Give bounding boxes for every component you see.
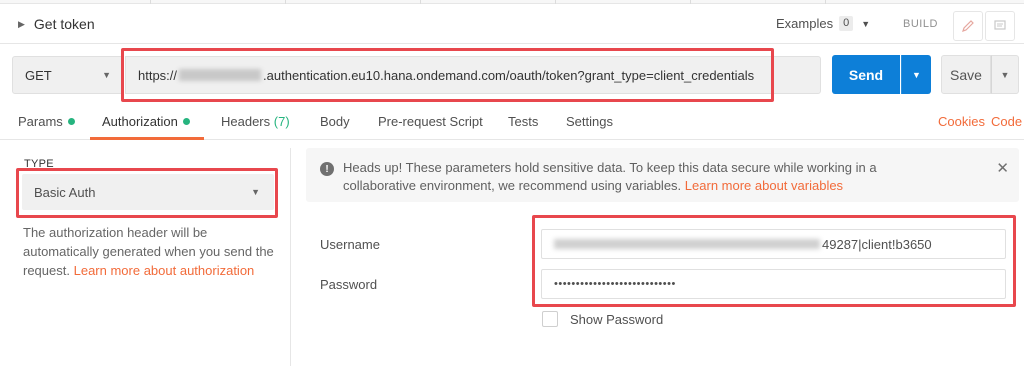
- tab-params-label: Params: [18, 114, 63, 129]
- save-options-button[interactable]: ▼: [991, 55, 1019, 94]
- sensitive-data-banner: ! Heads up! These parameters hold sensit…: [306, 148, 1019, 202]
- comment-icon: [994, 20, 1006, 30]
- url-prefix: https://: [138, 67, 178, 83]
- learn-more-authorization-link[interactable]: Learn more about authorization: [74, 263, 255, 278]
- status-dot: [182, 118, 190, 126]
- chevron-down-icon: ▼: [912, 69, 921, 80]
- request-title[interactable]: ▶ Get token: [18, 16, 95, 32]
- chevron-down-icon: ▼: [102, 70, 111, 80]
- examples-dropdown[interactable]: Examples 0 ▼: [776, 16, 870, 31]
- username-visible-part: 49287|client!b3650: [822, 236, 932, 252]
- password-value: ••••••••••••••••••••••••••••: [554, 278, 676, 290]
- method-value: GET: [25, 67, 52, 83]
- close-icon[interactable]: ✕: [996, 159, 1009, 177]
- tab-headers-label: Headers: [221, 114, 271, 129]
- save-button[interactable]: Save: [941, 55, 991, 94]
- banner-message: Heads up! These parameters hold sensitiv…: [343, 159, 953, 195]
- caret-right-icon[interactable]: ▶: [18, 19, 25, 30]
- panel-divider: [290, 148, 291, 366]
- username-field[interactable]: 49287|client!b3650: [541, 229, 1006, 259]
- password-field[interactable]: ••••••••••••••••••••••••••••: [541, 269, 1006, 299]
- pencil-icon: [962, 20, 974, 32]
- method-select[interactable]: GET ▼: [12, 56, 124, 94]
- redacted-username: [554, 239, 820, 249]
- chevron-down-icon: ▼: [251, 187, 260, 197]
- examples-count-badge: 0: [839, 16, 854, 31]
- build-button[interactable]: BUILD: [903, 18, 938, 30]
- examples-label: Examples: [776, 16, 834, 31]
- redacted-subdomain: [179, 69, 262, 81]
- show-password-label: Show Password: [570, 312, 664, 327]
- request-header: ▶ Get token Examples 0 ▼ BUILD: [0, 4, 1024, 44]
- tab-params[interactable]: Params: [18, 114, 75, 129]
- send-button[interactable]: Send: [832, 55, 900, 94]
- headers-count: (7): [273, 114, 290, 129]
- show-password-checkbox[interactable]: [542, 311, 558, 327]
- username-label: Username: [320, 237, 380, 252]
- tab-settings[interactable]: Settings: [566, 114, 613, 129]
- cookies-link[interactable]: Cookies: [938, 114, 985, 129]
- password-label: Password: [320, 277, 378, 292]
- tab-body[interactable]: Body: [320, 114, 350, 129]
- auth-description: The authorization header will be automat…: [23, 223, 281, 280]
- edit-button[interactable]: [953, 11, 983, 41]
- comments-button[interactable]: [985, 11, 1015, 41]
- request-tabs: Params Authorization Headers (7) Body Pr…: [0, 108, 1024, 140]
- status-dot: [67, 118, 75, 126]
- url-input[interactable]: https:// .authentication.eu10.hana.ondem…: [125, 56, 821, 94]
- tab-authorization[interactable]: Authorization: [102, 114, 190, 129]
- tab-tests[interactable]: Tests: [508, 114, 538, 129]
- chevron-down-icon: ▼: [861, 18, 871, 29]
- tab-headers[interactable]: Headers (7): [221, 114, 290, 129]
- active-tab-indicator: [90, 137, 204, 140]
- url-suffix: .authentication.eu10.hana.ondemand.com/o…: [263, 67, 755, 83]
- chevron-down-icon: ▼: [1000, 69, 1010, 80]
- request-name: Get token: [33, 16, 95, 32]
- auth-type-value: Basic Auth: [34, 184, 96, 200]
- auth-type-select[interactable]: Basic Auth ▼: [22, 174, 274, 210]
- send-options-button[interactable]: ▼: [901, 55, 931, 94]
- auth-type-label: TYPE: [24, 158, 54, 170]
- learn-more-variables-link[interactable]: Learn more about variables: [685, 178, 843, 193]
- tab-authorization-label: Authorization: [102, 114, 178, 129]
- tab-prerequest-script[interactable]: Pre-request Script: [378, 114, 483, 129]
- code-link[interactable]: Code: [991, 114, 1022, 129]
- info-icon: !: [320, 162, 334, 176]
